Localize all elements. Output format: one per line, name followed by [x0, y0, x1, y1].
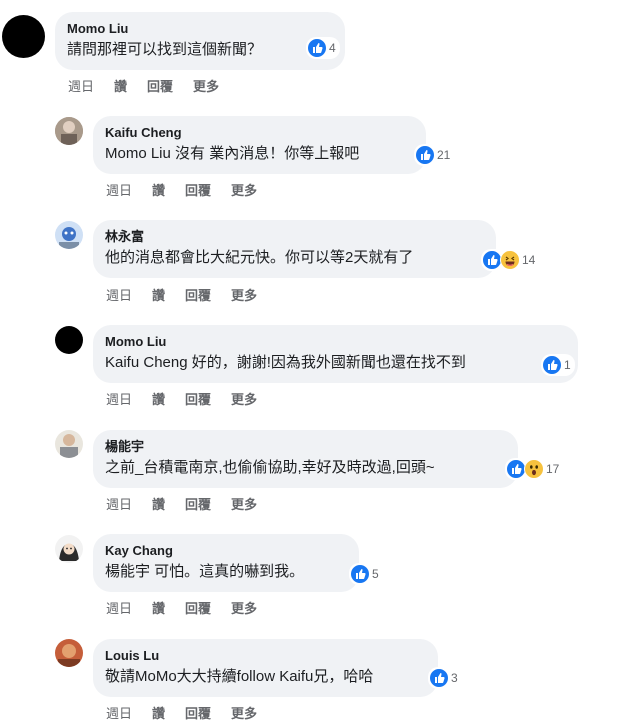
- reaction-count: 1: [564, 358, 571, 372]
- reply-button[interactable]: 回覆: [185, 389, 211, 408]
- comment-actions: 週日 讚 回覆 更多: [106, 180, 257, 199]
- comment-text: 請問那裡可以找到這個新聞？: [67, 41, 263, 58]
- comment-author[interactable]: Kaifu Cheng: [105, 124, 412, 141]
- comment-bubble: Kaifu Cheng Momo Liu 沒有 業內消息！你等上報吧: [93, 116, 426, 174]
- comment-bubble: Kay Chang 楊能宇 可怕。這真的嚇到我。: [93, 534, 359, 592]
- like-button[interactable]: 讚: [152, 180, 165, 199]
- like-button[interactable]: 讚: [152, 703, 165, 722]
- reaction-count: 17: [546, 462, 560, 476]
- comment-text: 他的消息都會比大紀元快。你可以等2天就有了: [105, 249, 414, 266]
- comment-bubble: Momo Liu Kaifu Cheng 好的，謝謝!因為我外國新聞也還在找不到: [93, 325, 578, 383]
- timestamp-link[interactable]: 週日: [106, 703, 132, 722]
- comment-bubble: Louis Lu 敬請MoMo大大持續follow Kaifu兄，哈哈: [93, 639, 438, 697]
- avatar[interactable]: [55, 430, 83, 458]
- comment-actions: 週日 讚 回覆 更多: [106, 285, 257, 304]
- reply-button[interactable]: 回覆: [185, 598, 211, 617]
- haha-reaction-icon: [500, 250, 520, 270]
- reaction-summary[interactable]: 3: [428, 667, 462, 689]
- timestamp-link[interactable]: 週日: [68, 76, 94, 95]
- like-reaction-icon: [307, 38, 327, 58]
- reaction-count: 4: [329, 41, 336, 55]
- reaction-summary[interactable]: 5: [349, 563, 383, 585]
- timestamp-link[interactable]: 週日: [106, 494, 132, 513]
- avatar[interactable]: [2, 15, 45, 58]
- like-reaction-icon: [506, 459, 526, 479]
- comment-bubble: 楊能宇 之前_台積電南京,也偷偷協助,幸好及時改過,回頭~: [93, 430, 518, 488]
- comment-author[interactable]: 楊能宇: [105, 438, 504, 455]
- like-button[interactable]: 讚: [152, 285, 165, 304]
- more-button[interactable]: 更多: [231, 285, 257, 304]
- like-button[interactable]: 讚: [152, 598, 165, 617]
- more-button[interactable]: 更多: [231, 180, 257, 199]
- comment-author[interactable]: Momo Liu: [105, 333, 564, 350]
- comment-author[interactable]: Momo Liu: [67, 20, 331, 37]
- comment-text: 敬請MoMo大大持續follow Kaifu兄，哈哈: [105, 668, 374, 685]
- like-reaction-icon: [429, 668, 449, 688]
- reply-button[interactable]: 回覆: [185, 703, 211, 722]
- reaction-count: 5: [372, 567, 379, 581]
- reaction-count: 14: [522, 253, 536, 267]
- wow-reaction-icon: [524, 459, 544, 479]
- comment-actions: 週日 讚 回覆 更多: [106, 389, 257, 408]
- reply-button[interactable]: 回覆: [185, 494, 211, 513]
- avatar[interactable]: [55, 326, 83, 354]
- timestamp-link[interactable]: 週日: [106, 285, 132, 304]
- like-button[interactable]: 讚: [114, 76, 127, 95]
- reaction-summary[interactable]: 1: [541, 354, 575, 376]
- reaction-summary[interactable]: 4: [306, 37, 340, 59]
- avatar[interactable]: [55, 221, 83, 249]
- timestamp-link[interactable]: 週日: [106, 598, 132, 617]
- reaction-summary[interactable]: 21: [414, 144, 455, 166]
- like-button[interactable]: 讚: [152, 389, 165, 408]
- like-reaction-icon: [350, 564, 370, 584]
- more-button[interactable]: 更多: [231, 598, 257, 617]
- comment-text: 楊能宇 可怕。這真的嚇到我。: [105, 563, 305, 580]
- reply-button[interactable]: 回覆: [185, 285, 211, 304]
- more-button[interactable]: 更多: [193, 76, 219, 95]
- reaction-count: 21: [437, 148, 451, 162]
- comment-bubble: 林永富 他的消息都會比大紀元快。你可以等2天就有了: [93, 220, 496, 278]
- more-button[interactable]: 更多: [231, 389, 257, 408]
- like-button[interactable]: 讚: [152, 494, 165, 513]
- reaction-summary[interactable]: 17: [505, 458, 564, 480]
- comment-text: 之前_台積電南京,也偷偷協助,幸好及時改過,回頭~: [105, 459, 435, 476]
- comment-actions: 週日 讚 回覆 更多: [68, 76, 219, 95]
- like-reaction-icon: [542, 355, 562, 375]
- timestamp-link[interactable]: 週日: [106, 389, 132, 408]
- comment-actions: 週日 讚 回覆 更多: [106, 703, 257, 722]
- comment-bubble: Momo Liu 請問那裡可以找到這個新聞？: [55, 12, 345, 70]
- more-button[interactable]: 更多: [231, 703, 257, 722]
- avatar[interactable]: [55, 117, 83, 145]
- comment-text: Kaifu Cheng 好的，謝謝!因為我外國新聞也還在找不到: [105, 354, 466, 371]
- more-button[interactable]: 更多: [231, 494, 257, 513]
- comment-author[interactable]: 林永富: [105, 228, 482, 245]
- like-reaction-icon: [482, 250, 502, 270]
- comment-author[interactable]: Louis Lu: [105, 647, 424, 664]
- avatar[interactable]: [55, 639, 83, 667]
- timestamp-link[interactable]: 週日: [106, 180, 132, 199]
- like-reaction-icon: [415, 145, 435, 165]
- reply-button[interactable]: 回覆: [185, 180, 211, 199]
- comment-actions: 週日 讚 回覆 更多: [106, 598, 257, 617]
- comment-author[interactable]: Kay Chang: [105, 542, 345, 559]
- avatar[interactable]: [55, 535, 83, 563]
- reaction-count: 3: [451, 671, 458, 685]
- comment-text: Momo Liu 沒有 業內消息！你等上報吧: [105, 145, 360, 162]
- reply-button[interactable]: 回覆: [147, 76, 173, 95]
- reaction-summary[interactable]: 14: [481, 249, 540, 271]
- comment-actions: 週日 讚 回覆 更多: [106, 494, 257, 513]
